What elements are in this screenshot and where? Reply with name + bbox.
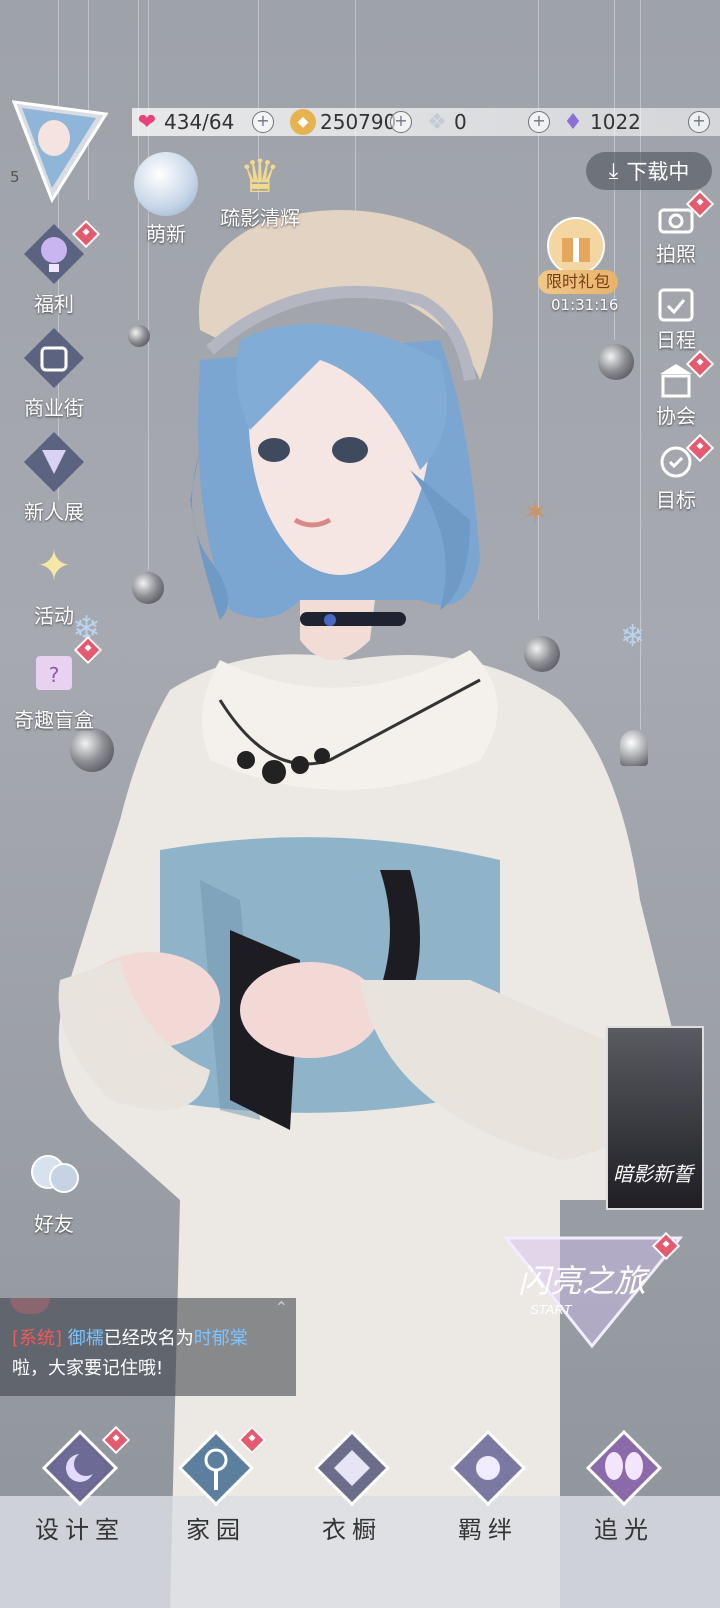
add-diamond-button[interactable]: + <box>688 111 710 133</box>
gift-label: 限时礼包 <box>538 270 618 294</box>
download-icon: ⤓ <box>608 158 619 184</box>
nav-home[interactable]: 家园 <box>168 1425 267 1545</box>
diamond-icon: ♦ <box>563 109 583 135</box>
player-avatar[interactable] <box>11 100 109 204</box>
mystery-box-icon: ? <box>22 635 103 702</box>
chat-panel[interactable]: [系统] 御檽已经改名为时郁棠 啦，大家要记住哦! ⌃ <box>0 1298 296 1396</box>
nav-label: 追光 <box>594 1516 654 1544</box>
mengxin-label: 萌新 <box>146 222 186 246</box>
chat-old-name: 御檽 <box>67 1328 104 1349</box>
left-menu-huodong[interactable]: ✦ 活动 <box>12 534 96 629</box>
add-gold-button[interactable]: + <box>390 111 412 133</box>
chat-new-name: 时郁棠 <box>193 1328 248 1349</box>
crown-icon: ♛ <box>239 149 281 203</box>
butterfly-orb-icon <box>134 152 198 216</box>
calendar-icon <box>656 284 696 324</box>
right-menu-richeng[interactable]: 日程 <box>634 284 718 353</box>
nav-chase-light[interactable]: 追光 <box>576 1428 672 1545</box>
download-label: 下载中 <box>626 160 690 184</box>
chat-expand-icon[interactable]: ⌃ <box>275 1298 288 1317</box>
hot-air-balloon-icon <box>22 219 101 286</box>
gold-resource[interactable]: ◆ 250790 <box>290 104 396 140</box>
nav-label: 家园 <box>186 1516 246 1544</box>
left-menu-label: 福利 <box>34 292 74 316</box>
moon-design-icon <box>40 1425 131 1508</box>
left-menu-label: 活动 <box>34 604 74 628</box>
chat-message-mid: 已经改名为 <box>103 1328 194 1349</box>
crystal-icon: ❖ <box>427 109 447 135</box>
stamina-resource[interactable]: ❤ 434/64 <box>134 104 235 140</box>
nav-label: 设计室 <box>35 1516 125 1544</box>
shuying-label: 疏影清辉 <box>220 206 300 230</box>
gift-box-icon <box>547 217 605 275</box>
left-menu-label: 新人展 <box>24 500 84 524</box>
left-menu-label: 商业街 <box>24 396 84 420</box>
right-menu-label: 拍照 <box>656 242 696 266</box>
gift-timer: 01:31:16 <box>551 296 619 314</box>
chat-message-line2: 啦，大家要记住哦! <box>12 1358 164 1379</box>
right-menu-mubiao[interactable]: 目标 <box>634 433 718 513</box>
guild-building-icon <box>656 349 715 400</box>
crown-trophy-icon <box>22 430 86 494</box>
left-menu-label: 好友 <box>34 1212 74 1236</box>
journey-sub: START <box>530 1302 572 1317</box>
chat-message-line1: [系统] 御檽已经改名为时郁棠 <box>12 1324 248 1350</box>
gold-value: 250790 <box>320 110 397 134</box>
target-medal-icon <box>656 433 715 484</box>
left-menu-fuli[interactable]: 福利 <box>12 219 101 317</box>
left-menu-haoyou[interactable]: 好友 <box>12 1142 96 1237</box>
shopping-bag-icon <box>22 326 86 390</box>
limited-gift-button[interactable] <box>544 214 608 278</box>
key-home-icon <box>176 1425 267 1508</box>
svg-text:?: ? <box>49 663 60 687</box>
chat-system-tag: [系统] <box>12 1328 63 1349</box>
player-level: 5 <box>10 168 20 186</box>
nav-designer[interactable]: 设计室 <box>32 1425 131 1545</box>
gold-coin-icon: ◆ <box>290 109 316 135</box>
add-stamina-button[interactable]: + <box>252 111 274 133</box>
crystal-resource[interactable]: ❖ 0 <box>424 104 467 140</box>
promo-title: 暗影新誓 <box>613 1162 693 1186</box>
left-menu-mangheo[interactable]: ? 奇趣盲盒 <box>6 635 103 733</box>
left-menu-xinrenzhan[interactable]: 新人展 <box>12 430 96 525</box>
stars-icon: ✦ <box>36 541 72 590</box>
crystal-value: 0 <box>454 110 467 134</box>
avatar-frame-icon <box>11 100 109 204</box>
right-menu-label: 日程 <box>656 328 696 352</box>
left-menu-label: 奇趣盲盒 <box>14 708 94 732</box>
right-menu-paizhao[interactable]: 拍照 <box>634 189 718 267</box>
wardrobe-gem-icon <box>312 1428 392 1508</box>
add-crystal-button[interactable]: + <box>528 111 550 133</box>
butterfly-icon <box>584 1428 664 1508</box>
mengxin-button[interactable]: 萌新 <box>124 152 208 247</box>
right-menu-label: 协会 <box>656 404 696 428</box>
download-status-button[interactable]: ⤓ 下载中 <box>586 152 712 190</box>
nav-bond[interactable]: 羁绊 <box>440 1428 536 1545</box>
camera-icon <box>656 189 715 238</box>
flower-bond-icon <box>448 1428 528 1508</box>
left-menu-shangyejie[interactable]: 商业街 <box>12 326 96 421</box>
shuying-button[interactable]: ♛ 疏影清辉 <box>210 152 310 231</box>
journey-title: 闪亮之旅 <box>518 1263 650 1299</box>
friends-icon <box>22 1142 86 1206</box>
nav-label: 羁绊 <box>458 1516 518 1544</box>
nav-label: 衣橱 <box>322 1516 382 1544</box>
journey-banner[interactable]: 闪亮之旅 START <box>496 1230 690 1350</box>
game-scene: ❄ ❄ ✶ 5 ❤ 434/64 + ◆ 250790 + ❖ 0 + ♦ 10… <box>0 0 720 1608</box>
diamond-resource[interactable]: ♦ 1022 <box>560 104 641 140</box>
nav-wardrobe[interactable]: 衣橱 <box>304 1428 400 1545</box>
right-menu-xiehui[interactable]: 协会 <box>634 349 718 429</box>
heart-gem-icon: ❤ <box>137 109 157 135</box>
stamina-value: 434/64 <box>164 110 235 134</box>
right-menu-label: 目标 <box>656 488 696 512</box>
diamond-value: 1022 <box>590 110 641 134</box>
